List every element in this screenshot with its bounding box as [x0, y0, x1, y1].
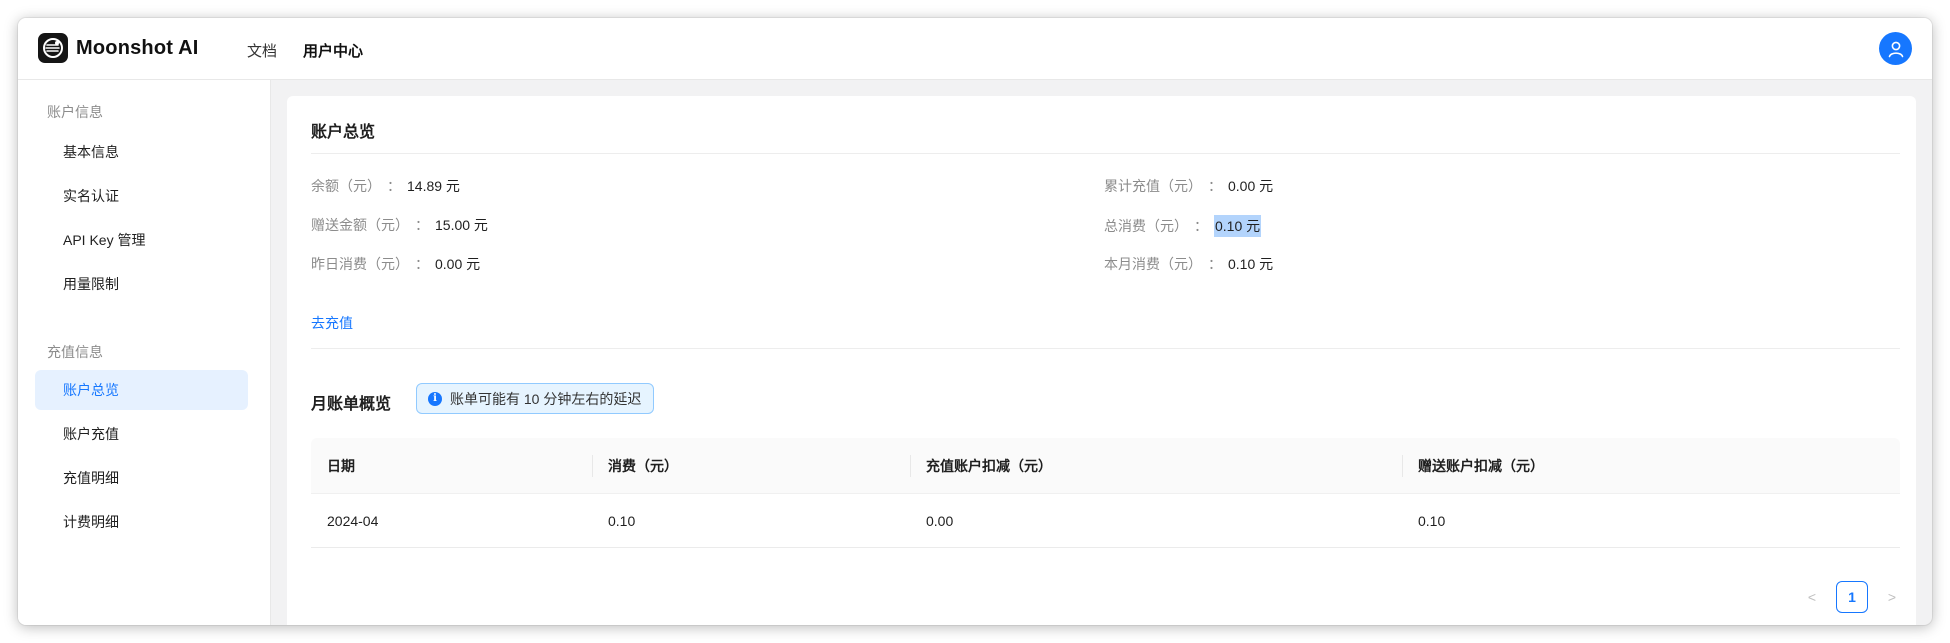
sidebar-item-usage-limit[interactable]: 用量限制 [35, 264, 248, 304]
cell-cost: 0.10 [608, 512, 636, 529]
avatar[interactable] [1879, 32, 1912, 65]
browser-window: Moonshot AI 文档 用户中心 账户信息 基本信息 实名认证 API K… [18, 18, 1932, 625]
yesterday-cost-value: 0.00 元 [435, 256, 481, 272]
info-icon: i [428, 391, 442, 406]
sidebar-item-account-overview[interactable]: 账户总览 [35, 370, 248, 410]
colon: ： [1194, 218, 1208, 234]
moonshot-logo-icon [38, 33, 68, 63]
yesterday-cost-row: 昨日消费（元） ： 0.00 元 [311, 254, 480, 274]
colon: ： [387, 178, 401, 194]
page-title: 账户总览 [311, 124, 376, 141]
month-cost-value: 0.10 元 [1228, 256, 1274, 272]
colon: ： [415, 217, 429, 233]
user-icon [1888, 41, 1903, 57]
page-1-button[interactable]: 1 [1836, 581, 1868, 613]
total-cost-value: 0.10 元 [1214, 215, 1262, 237]
chevron-right-icon[interactable]: > [1884, 589, 1900, 605]
chevron-left-icon[interactable]: < [1804, 589, 1820, 605]
sidebar-item-real-name[interactable]: 实名认证 [35, 176, 248, 216]
cell-recharge-deduct: 0.00 [926, 512, 954, 529]
month-cost-row: 本月消费（元） ： 0.10 元 [1104, 254, 1273, 274]
divider [311, 348, 1900, 349]
top-bar: Moonshot AI 文档 用户中心 [18, 18, 1932, 80]
table-row: 2024-04 0.10 0.00 0.10 [311, 494, 1900, 548]
column-header-cost: 消费（元） [592, 438, 910, 493]
gift-amount-label: 赠送金额（元） [311, 217, 409, 233]
sidebar-item-basic-info[interactable]: 基本信息 [35, 132, 248, 172]
sidebar-item-api-key[interactable]: API Key 管理 [35, 220, 248, 260]
top-nav: 文档 用户中心 [247, 40, 363, 61]
monthly-bill-table: 日期 消费（元） 充值账户扣减（元） 赠送账户扣减（元） 2024-04 0.1… [311, 438, 1900, 548]
colon: ： [1208, 178, 1222, 194]
table-header: 日期 消费（元） 充值账户扣减（元） 赠送账户扣减（元） [311, 438, 1900, 494]
colon: ： [415, 256, 429, 272]
sidebar-group-account-info: 账户信息 [47, 104, 103, 120]
column-header-date: 日期 [327, 457, 355, 474]
nav-docs[interactable]: 文档 [247, 40, 277, 61]
sidebar-item-recharge[interactable]: 账户充值 [35, 414, 248, 454]
sidebar: 账户信息 基本信息 实名认证 API Key 管理 用量限制 充值信息 账户总览… [18, 80, 271, 625]
recharge-link[interactable]: 去充值 [311, 313, 353, 333]
gift-amount-value: 15.00 元 [435, 217, 488, 233]
total-cost-row: 总消费（元） ： 0.10 元 [1104, 215, 1262, 237]
cell-date: 2024-04 [327, 512, 379, 529]
colon: ： [1208, 256, 1222, 272]
nav-user-center[interactable]: 用户中心 [303, 40, 363, 61]
sidebar-item-billing-detail[interactable]: 计费明细 [35, 502, 248, 542]
pagination: < 1 > [1804, 581, 1900, 613]
column-header-gift-deduct: 赠送账户扣减（元） [1402, 438, 1900, 493]
brand-name: Moonshot AI [76, 36, 199, 59]
balance-row: 余额（元） ： 14.89 元 [311, 176, 460, 196]
delay-notice-text: 账单可能有 10 分钟左右的延迟 [450, 390, 642, 407]
sidebar-item-recharge-detail[interactable]: 充值明细 [35, 458, 248, 498]
column-header-recharge-deduct: 充值账户扣减（元） [910, 438, 1402, 493]
total-recharge-row: 累计充值（元） ： 0.00 元 [1104, 176, 1273, 196]
monthly-bill-title: 月账单概览 [311, 396, 392, 413]
brand[interactable]: Moonshot AI [38, 33, 199, 63]
month-cost-label: 本月消费（元） [1104, 256, 1202, 272]
total-recharge-label: 累计充值（元） [1104, 178, 1202, 194]
total-cost-label: 总消费（元） [1104, 218, 1188, 234]
cell-gift-deduct: 0.10 [1418, 512, 1446, 529]
balance-label: 余额（元） [311, 178, 381, 194]
account-overview-card: 账户总览 余额（元） ： 14.89 元 赠送金额（元） ： 15.00 元 昨… [287, 96, 1916, 625]
divider [311, 153, 1900, 154]
total-recharge-value: 0.00 元 [1228, 178, 1274, 194]
gift-amount-row: 赠送金额（元） ： 15.00 元 [311, 215, 488, 235]
sidebar-group-recharge-info: 充值信息 [47, 344, 103, 360]
balance-value: 14.89 元 [407, 178, 460, 194]
delay-notice: i 账单可能有 10 分钟左右的延迟 [416, 383, 655, 414]
yesterday-cost-label: 昨日消费（元） [311, 256, 409, 272]
